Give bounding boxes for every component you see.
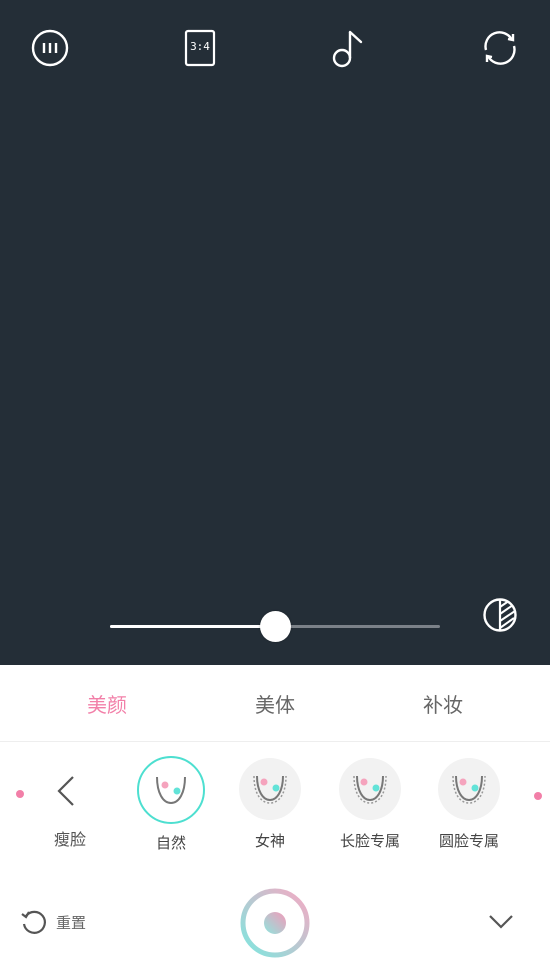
option-long-face[interactable]: 长脸专属	[320, 758, 420, 851]
back-label: 瘦脸	[53, 830, 86, 849]
chevron-left-icon	[57, 776, 74, 806]
option-round-face[interactable]: 圆脸专属	[419, 758, 519, 851]
menu-button[interactable]	[30, 28, 70, 68]
compare-button[interactable]	[482, 597, 518, 633]
face-shape-icon	[353, 775, 387, 804]
switch-camera-button[interactable]	[480, 28, 520, 68]
tab-beauty[interactable]: 美颜	[47, 689, 167, 718]
scroll-indicator-left	[16, 790, 24, 798]
slider-thumb[interactable]	[260, 611, 291, 642]
intensity-slider[interactable]	[110, 611, 440, 642]
option-natural-circle	[137, 756, 205, 824]
option-goddess-circle	[239, 758, 301, 820]
reset-button[interactable]: 重置	[20, 907, 86, 937]
option-goddess-label: 女神	[254, 832, 285, 850]
chevron-down-icon	[489, 915, 513, 929]
option-natural[interactable]: 自然	[121, 756, 221, 853]
collapse-panel-button[interactable]	[486, 908, 516, 936]
tab-body[interactable]: 美体	[215, 689, 335, 718]
slider-fill	[110, 625, 275, 628]
camera-switch-icon	[484, 31, 516, 65]
option-long-face-label: 长脸专属	[339, 832, 400, 850]
aspect-ratio-button[interactable]: 3:4	[180, 28, 220, 68]
shutter-button[interactable]	[239, 887, 311, 959]
music-button[interactable]	[328, 28, 368, 68]
menu-dots-icon	[31, 29, 69, 67]
face-shape-icon	[156, 776, 186, 805]
option-long-face-circle	[339, 758, 401, 820]
reset-label: 重置	[56, 913, 87, 932]
face-shape-icon	[253, 775, 287, 804]
category-tabs: 美颜 美体 补妆	[0, 665, 550, 742]
tab-makeup[interactable]: 补妆	[383, 689, 503, 718]
option-natural-label: 自然	[155, 834, 186, 852]
option-round-face-circle	[438, 758, 500, 820]
music-note-icon	[332, 30, 363, 68]
shutter-icon	[240, 888, 310, 958]
camera-preview[interactable]: 3:4	[0, 0, 550, 665]
compare-icon	[483, 598, 517, 632]
face-shape-icon	[452, 775, 486, 804]
option-goddess[interactable]: 女神	[220, 758, 320, 851]
back-button[interactable]	[44, 773, 94, 813]
option-round-face-label: 圆脸专属	[438, 832, 499, 850]
scroll-indicator-right	[534, 792, 542, 800]
reset-icon	[21, 910, 46, 934]
aspect-ratio-label: 3:4	[190, 40, 210, 53]
